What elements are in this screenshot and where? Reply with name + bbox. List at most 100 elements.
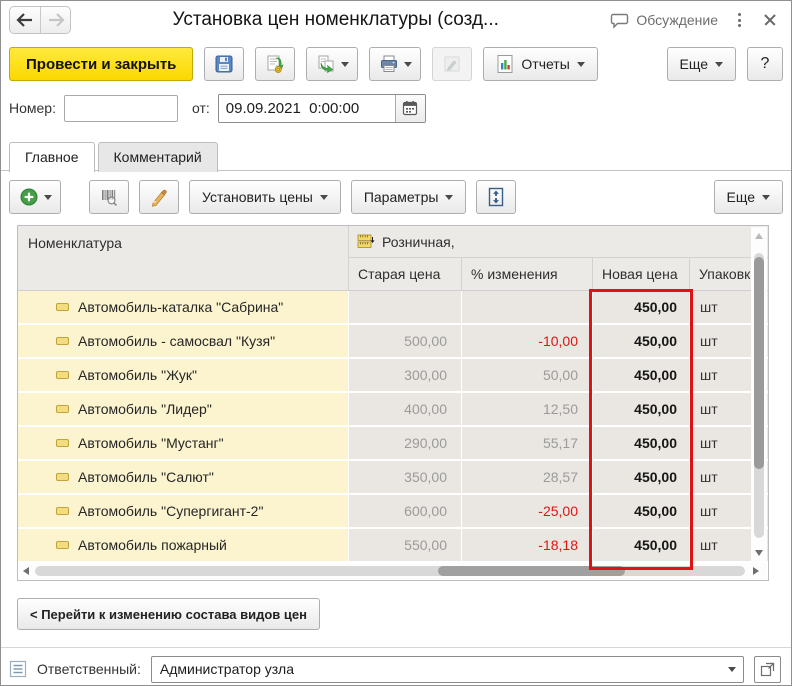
dropdown-caret (319, 194, 328, 200)
column-group-label: Розничная, (382, 233, 455, 250)
old-price-cell[interactable]: 300,00 (349, 359, 461, 391)
history-nav (9, 6, 71, 34)
reports-label: Отчеты (521, 56, 570, 72)
scroll-right-icon[interactable] (753, 567, 759, 575)
tab-comment[interactable]: Комментарий (97, 142, 218, 172)
table-row: Автомобиль "Мустанг" 290,00 55,17 450,00… (18, 427, 768, 459)
change-percent-cell[interactable]: 55,17 (462, 427, 592, 459)
table-row: Автомобиль "Жук" 300,00 50,00 450,00 шт (18, 359, 768, 391)
nomenclature-name: Автомобиль "Мустанг" (78, 435, 224, 451)
vertical-scroll-thumb[interactable] (754, 257, 764, 469)
footer-row: Ответственный: (1, 655, 781, 683)
scroll-up-icon[interactable] (755, 233, 763, 239)
dropdown-caret (43, 194, 52, 200)
nomenclature-cell[interactable]: Автомобиль - самосвал "Кузя" (18, 325, 348, 357)
price-fill-button[interactable] (139, 180, 179, 214)
column-header-change-percent[interactable]: % изменения (462, 258, 593, 290)
old-price-cell[interactable]: 550,00 (349, 529, 461, 561)
new-price-cell[interactable]: 450,00 (593, 291, 689, 323)
responsible-input[interactable] (151, 661, 721, 677)
table-header: Номенклатура Розничная, Старая цена % из… (18, 226, 768, 291)
responsible-dropdown-button[interactable] (721, 657, 743, 682)
dropdown-caret (715, 61, 723, 67)
nomenclature-name: Автомобиль "Салют" (78, 469, 214, 485)
tab-main[interactable]: Главное (9, 142, 95, 173)
old-price-cell[interactable]: 500,00 (349, 325, 461, 357)
change-percent-cell[interactable]: 50,00 (462, 359, 592, 391)
close-icon[interactable] (761, 11, 779, 29)
old-price-cell[interactable] (349, 291, 461, 323)
date-label: от: (191, 100, 210, 116)
kebab-menu-icon[interactable] (734, 11, 745, 29)
horizontal-scrollbar[interactable] (19, 563, 767, 579)
nomenclature-cell[interactable]: Автомобиль пожарный (18, 529, 348, 561)
table-more-button[interactable]: Еще (713, 180, 783, 214)
reports-button[interactable]: Отчеты (483, 47, 598, 81)
dropdown-caret (340, 61, 349, 67)
new-price-cell[interactable]: 450,00 (593, 461, 689, 493)
number-input[interactable] (63, 94, 178, 122)
nomenclature-item-icon (56, 507, 69, 515)
nomenclature-cell[interactable]: Автомобиль "Жук" (18, 359, 348, 391)
old-price-cell[interactable]: 290,00 (349, 427, 461, 459)
nomenclature-cell[interactable]: Автомобиль "Мустанг" (18, 427, 348, 459)
table-row: Автомобиль "Лидер" 400,00 12,50 450,00 ш… (18, 393, 768, 425)
table-row: Автомобиль пожарный 550,00 -18,18 450,00… (18, 529, 768, 561)
responsible-label: Ответственный: (37, 661, 141, 677)
add-row-button[interactable] (9, 180, 61, 214)
more-button[interactable]: Еще (666, 47, 736, 81)
old-price-cell[interactable]: 350,00 (349, 461, 461, 493)
nomenclature-cell[interactable]: Автомобиль "Лидер" (18, 393, 348, 425)
date-input[interactable] (218, 94, 395, 122)
barcode-scan-button[interactable] (89, 180, 129, 214)
new-price-cell[interactable]: 450,00 (593, 427, 689, 459)
nomenclature-name: Автомобиль - самосвал "Кузя" (78, 333, 276, 349)
nomenclature-name: Автомобиль "Жук" (78, 367, 197, 383)
create-based-on-button[interactable] (306, 47, 359, 81)
change-percent-cell[interactable]: -10,00 (462, 325, 592, 357)
help-button[interactable]: ? (747, 47, 783, 81)
new-price-cell[interactable]: 450,00 (593, 359, 689, 391)
nomenclature-cell[interactable]: Автомобиль-каталка "Сабрина" (18, 291, 348, 323)
change-percent-cell[interactable]: -18,18 (462, 529, 592, 561)
set-prices-button[interactable]: Установить цены (189, 180, 341, 214)
forward-button[interactable] (40, 7, 70, 33)
save-button[interactable] (204, 47, 245, 81)
old-price-cell[interactable]: 400,00 (349, 393, 461, 425)
tab-bar: Главное Комментарий (9, 142, 218, 173)
nomenclature-cell[interactable]: Автомобиль "Супергигант-2" (18, 495, 348, 527)
post-and-close-button[interactable]: Провести и закрыть (9, 47, 194, 81)
column-header-nomenclature[interactable]: Номенклатура (18, 226, 349, 290)
barcode-icon (102, 190, 118, 206)
discussion-button[interactable]: Обсуждение (610, 12, 718, 29)
new-price-cell[interactable]: 450,00 (593, 529, 689, 561)
goto-price-kinds-button[interactable]: < Перейти к изменению состава видов цен (17, 598, 320, 630)
expand-rows-button[interactable] (476, 180, 517, 214)
column-header-old-price[interactable]: Старая цена (349, 258, 462, 290)
responsible-open-button[interactable] (754, 655, 781, 683)
vertical-scrollbar[interactable] (751, 227, 767, 562)
new-price-cell[interactable]: 450,00 (593, 325, 689, 357)
new-price-cell[interactable]: 450,00 (593, 393, 689, 425)
change-percent-cell[interactable]: 28,57 (462, 461, 592, 493)
print-button[interactable] (369, 47, 422, 81)
nomenclature-name: Автомобиль пожарный (78, 537, 227, 553)
column-group-retail[interactable]: Розничная, (349, 226, 768, 258)
change-percent-cell[interactable] (462, 291, 592, 323)
calendar-button[interactable] (394, 94, 425, 122)
new-price-cell[interactable]: 450,00 (593, 495, 689, 527)
parameters-button[interactable]: Параметры (350, 180, 467, 214)
back-button[interactable] (10, 7, 40, 33)
nomenclature-item-icon (56, 337, 69, 345)
price-setting-window: Установка цен номенклатуры (созд... Обсу… (0, 0, 792, 686)
scroll-left-icon[interactable] (23, 567, 29, 575)
old-price-cell[interactable]: 600,00 (349, 495, 461, 527)
scroll-down-icon[interactable] (755, 550, 763, 556)
table-row: Автомобиль-каталка "Сабрина" 450,00 шт (18, 291, 768, 323)
horizontal-scroll-thumb[interactable] (437, 566, 625, 576)
post-document-button[interactable] (255, 47, 296, 81)
change-percent-cell[interactable]: 12,50 (462, 393, 592, 425)
column-header-new-price[interactable]: Новая цена (593, 258, 690, 290)
nomenclature-cell[interactable]: Автомобиль "Салют" (18, 461, 348, 493)
change-percent-cell[interactable]: -25,00 (462, 495, 592, 527)
